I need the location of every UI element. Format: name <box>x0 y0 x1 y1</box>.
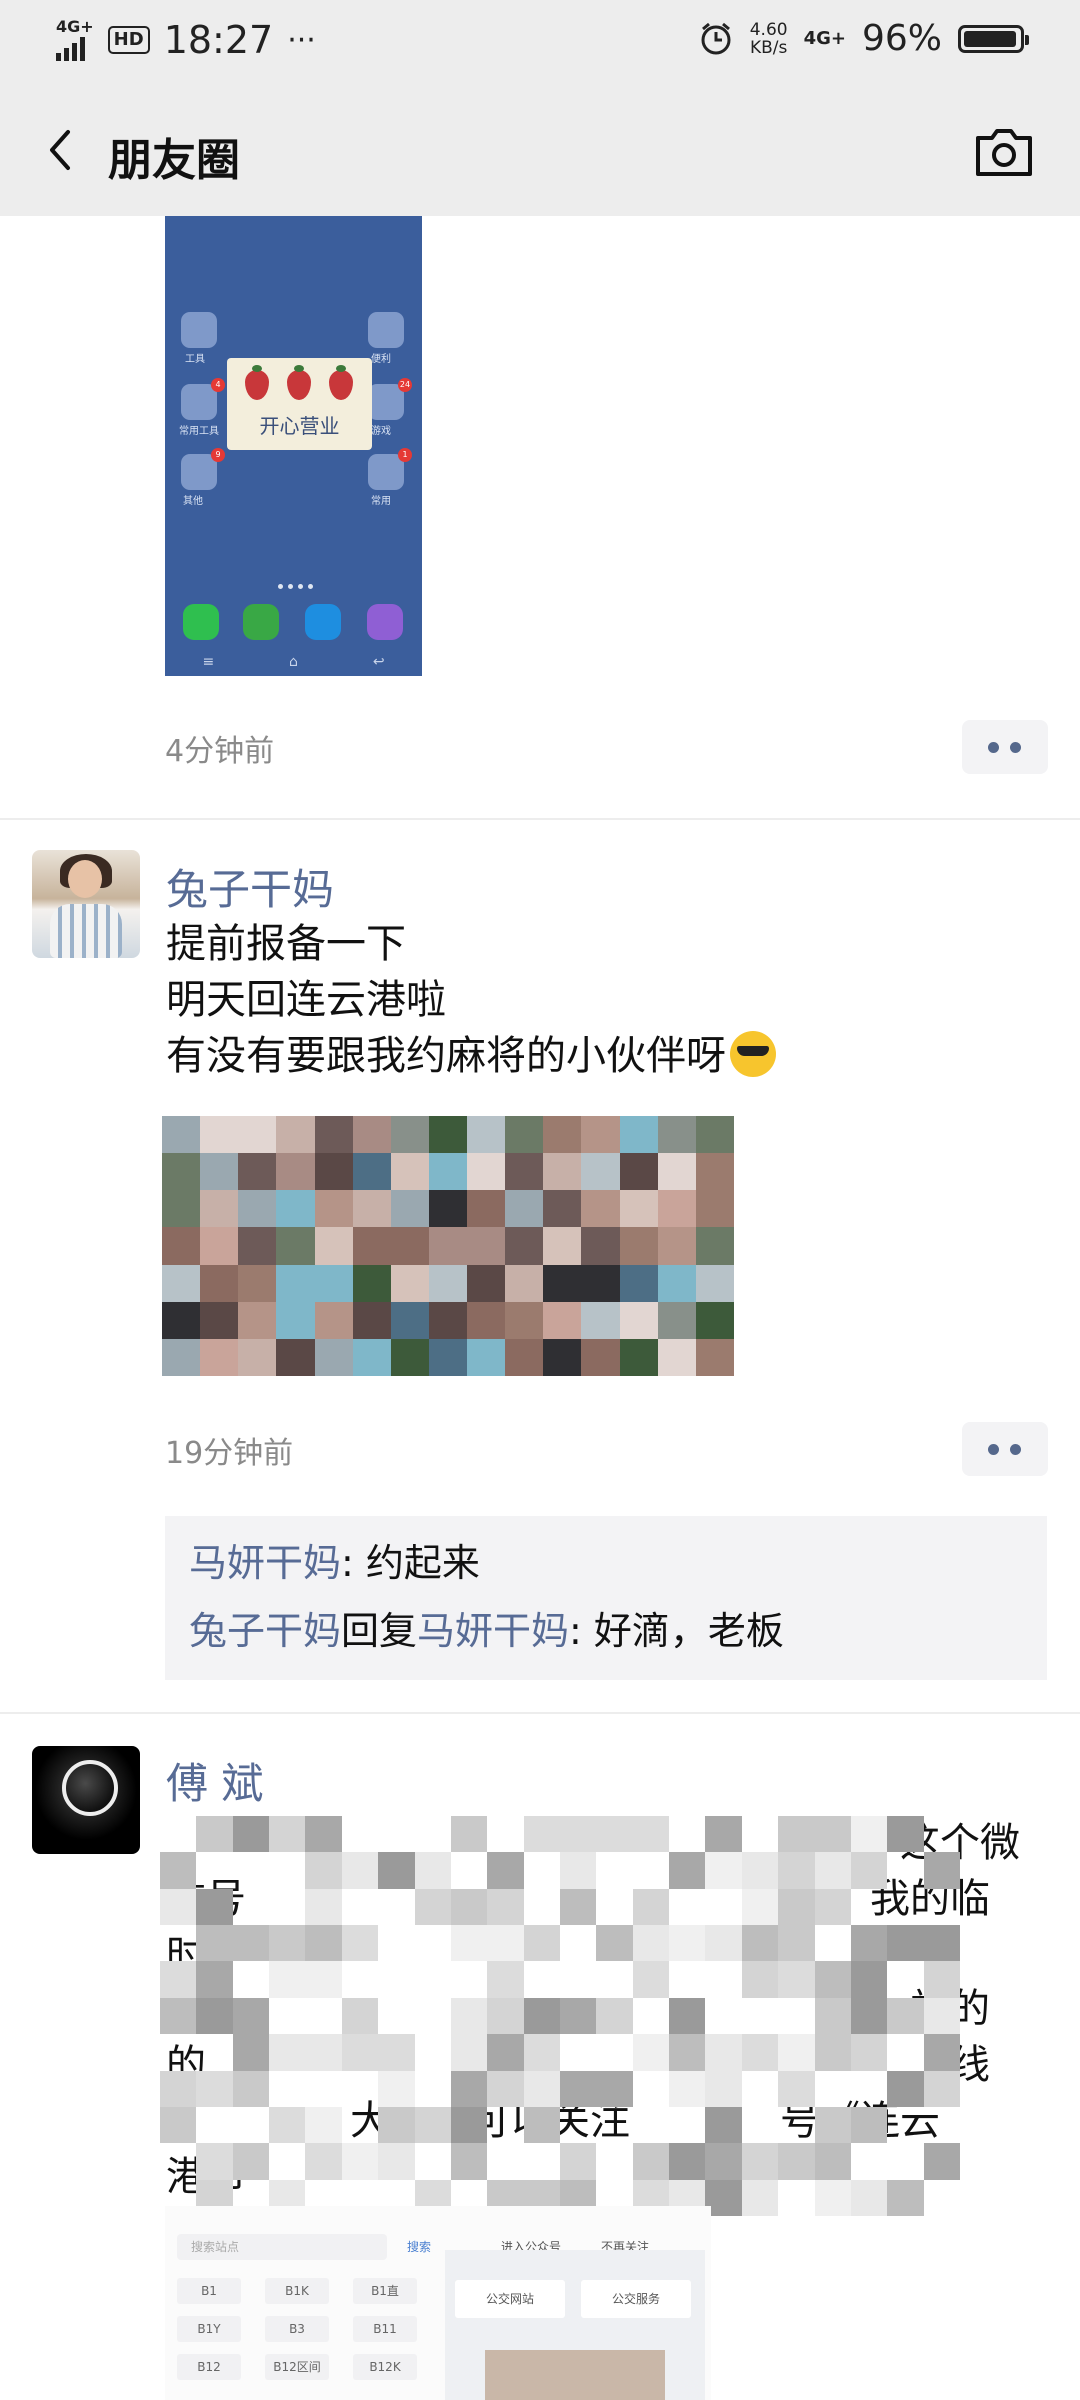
clock: 18:27 <box>163 18 274 62</box>
route-chip: B12K <box>353 2354 417 2380</box>
route-chip: B11 <box>353 2316 417 2342</box>
hd-voice-icon: HD <box>107 26 150 54</box>
page-title: 朋友圈 <box>108 135 240 186</box>
post-text-obscured: 务，这个微 信号 我的临 时停 站的 的 线 大 可以关注 号《连云 港市 <box>0 216 1080 2400</box>
search-input: 搜索站点 <box>177 2234 387 2260</box>
network-type: 4G+ <box>56 17 94 36</box>
route-chip: B12区间 <box>265 2354 329 2380</box>
status-bar: 4G+ HD 18:27 ··· 4.60 KB/s 4G+ 96% <box>0 0 1080 86</box>
pixelation-overlay <box>160 1816 960 2216</box>
more-status-icon: ··· <box>287 22 316 58</box>
camera-icon[interactable] <box>972 124 1036 180</box>
moments-feed[interactable]: 工具 便利 4 常用工具 24 游戏 9 其他 1 常用 开心营业 ≡ ⌂ ↩ 4分… <box>0 216 1080 2400</box>
nav-bar: 朋友圈 <box>0 86 1080 216</box>
menu-button: 公交网站 <box>455 2280 565 2318</box>
post-image[interactable]: 搜索站点 搜索 进入公众号 不再关注 B1 B1K B1直 B1Y B3 B11… <box>165 2206 711 2400</box>
route-chip: B1K <box>265 2278 329 2304</box>
signal-icon <box>56 35 85 61</box>
battery-percent: 96% <box>861 18 942 59</box>
menu-panel: 公交网站 公交服务 <box>445 2250 705 2400</box>
network-type-2: 4G+ <box>803 27 846 49</box>
route-chip: B12 <box>177 2354 241 2380</box>
alarm-icon <box>701 22 731 54</box>
route-chip: B3 <box>265 2316 329 2342</box>
back-icon[interactable] <box>32 120 92 180</box>
search-link: 搜索 <box>407 2240 432 2254</box>
battery-icon <box>958 24 1029 53</box>
route-chip: B1 <box>177 2278 241 2304</box>
network-speed: 4.60 KB/s <box>749 19 788 58</box>
menu-button: 公交服务 <box>581 2280 691 2318</box>
route-chip: B1直 <box>353 2278 417 2304</box>
route-chip: B1Y <box>177 2316 241 2342</box>
